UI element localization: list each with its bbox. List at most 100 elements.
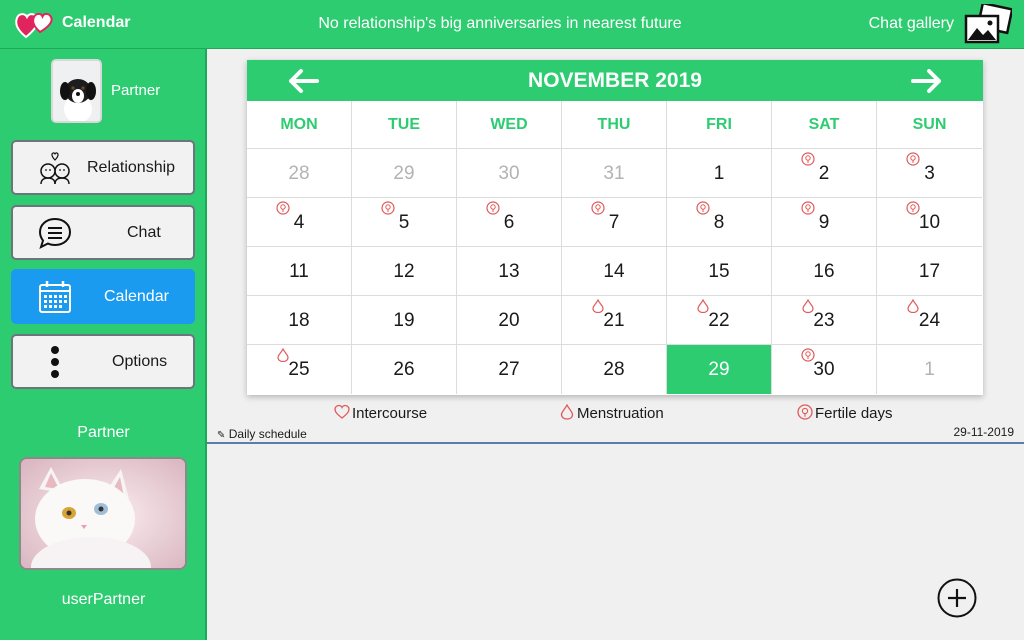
day-cell[interactable]: 18 — [247, 296, 352, 345]
day-cell[interactable]: 31 — [562, 149, 667, 198]
day-cell[interactable]: 1 — [877, 345, 982, 394]
weekday-fri: FRI — [667, 101, 772, 149]
nav-chat-button[interactable]: Chat — [11, 205, 195, 260]
nav-calendar-label: Calendar — [104, 288, 169, 305]
day-cell[interactable]: 28 — [562, 345, 667, 394]
day-cell[interactable]: 27 — [457, 345, 562, 394]
day-number: 10 — [918, 212, 941, 233]
day-cell[interactable]: 6 — [457, 198, 562, 247]
calendar-icon — [39, 281, 71, 313]
fertile-icon — [591, 201, 605, 215]
day-cell[interactable]: 22 — [667, 296, 772, 345]
day-cell[interactable]: 11 — [247, 247, 352, 296]
hearts-icon — [15, 12, 53, 39]
day-cell[interactable]: 9 — [772, 198, 877, 247]
day-cell[interactable]: 4 — [247, 198, 352, 247]
day-number: 4 — [293, 212, 305, 233]
day-cell[interactable]: 5 — [352, 198, 457, 247]
day-cell-today[interactable]: 29 — [667, 345, 772, 394]
chat-gallery-label[interactable]: Chat gallery — [869, 15, 954, 33]
nav-options-label: Options — [112, 353, 168, 370]
pencil-icon: ✎ — [217, 430, 226, 441]
chat-bubble-icon — [38, 217, 72, 249]
nav-relationship-button[interactable]: Relationship — [11, 140, 195, 195]
daily-schedule-text: Daily schedule — [228, 427, 307, 441]
day-number: 21 — [603, 310, 625, 331]
add-icon[interactable] — [937, 578, 977, 618]
drop-icon — [560, 404, 574, 420]
main-content: NOVEMBER 2019 MON TUE WED THU FRI SAT SU… — [207, 48, 1024, 640]
day-cell[interactable]: 30 — [457, 149, 562, 198]
weekday-sun: SUN — [877, 101, 982, 149]
fertile-icon — [906, 152, 920, 166]
legend-intercourse-label: Intercourse — [352, 405, 428, 422]
day-cell[interactable]: 20 — [457, 296, 562, 345]
legend-intercourse: Intercourse — [334, 404, 428, 422]
arrow-right-icon[interactable] — [907, 66, 947, 96]
day-cell[interactable]: 24 — [877, 296, 982, 345]
day-cell[interactable]: 10 — [877, 198, 982, 247]
fertile-icon — [801, 348, 815, 362]
drop-icon — [802, 299, 814, 313]
daily-schedule-label: ✎ Daily schedule — [217, 427, 307, 441]
day-number: 3 — [924, 163, 935, 184]
day-number: 9 — [818, 212, 830, 233]
day-number: 6 — [503, 212, 515, 233]
day-number: 5 — [398, 212, 410, 233]
gallery-icon[interactable] — [964, 4, 1012, 46]
legend-fertile-label: Fertile days — [815, 405, 893, 422]
day-cell[interactable]: 21 — [562, 296, 667, 345]
anniversary-message: No relationship's big anniversaries in n… — [318, 15, 682, 32]
app-title: Calendar — [62, 14, 131, 31]
fertile-icon — [486, 201, 500, 215]
fertile-icon — [381, 201, 395, 215]
couple-icon — [40, 152, 70, 185]
fertile-icon — [696, 201, 710, 215]
day-cell[interactable]: 30 — [772, 345, 877, 394]
day-cell[interactable]: 15 — [667, 247, 772, 296]
day-cell[interactable]: 3 — [877, 149, 982, 198]
day-number: 8 — [713, 212, 725, 233]
day-cell[interactable]: 1 — [667, 149, 772, 198]
day-number: 24 — [918, 310, 941, 331]
day-cell[interactable]: 12 — [352, 247, 457, 296]
nav-relationship-label: Relationship — [87, 159, 176, 176]
nav-calendar-button[interactable]: Calendar — [11, 269, 195, 324]
weekday-mon: MON — [247, 101, 352, 149]
nav-options-button[interactable]: Options — [11, 334, 195, 389]
day-cell[interactable]: 13 — [457, 247, 562, 296]
day-cell[interactable]: 19 — [352, 296, 457, 345]
drop-icon — [277, 348, 289, 362]
day-cell[interactable]: 16 — [772, 247, 877, 296]
day-number: 7 — [608, 212, 620, 233]
partner-photo[interactable] — [19, 457, 187, 570]
legend-fertile: Fertile days — [797, 404, 893, 422]
day-cell[interactable]: 29 — [352, 149, 457, 198]
month-title: NOVEMBER 2019 — [528, 69, 702, 92]
fertile-icon — [276, 201, 290, 215]
weekday-wed: WED — [457, 101, 562, 149]
partner-avatar[interactable] — [51, 59, 102, 123]
day-cell[interactable]: 2 — [772, 149, 877, 198]
calendar-card: NOVEMBER 2019 MON TUE WED THU FRI SAT SU… — [247, 60, 983, 395]
partner-username: userPartner — [61, 591, 146, 608]
top-bar: Calendar No relationship's big anniversa… — [0, 0, 1024, 48]
day-cell[interactable]: 23 — [772, 296, 877, 345]
day-cell[interactable]: 8 — [667, 198, 772, 247]
drop-icon — [697, 299, 709, 313]
drop-icon — [592, 299, 604, 313]
fertile-icon — [801, 201, 815, 215]
day-cell[interactable]: 7 — [562, 198, 667, 247]
day-cell[interactable]: 17 — [877, 247, 982, 296]
legend-menstruation: Menstruation — [560, 404, 664, 422]
day-number: 30 — [813, 359, 835, 380]
partner-section-label: Partner — [77, 424, 130, 441]
day-cell[interactable]: 26 — [352, 345, 457, 394]
day-number: 23 — [813, 310, 835, 331]
partner-top-label: Partner — [111, 82, 161, 99]
day-cell[interactable]: 25 — [247, 345, 352, 394]
schedule-area[interactable] — [207, 444, 1024, 640]
fertile-icon — [906, 201, 920, 215]
day-cell[interactable]: 14 — [562, 247, 667, 296]
day-cell[interactable]: 28 — [247, 149, 352, 198]
